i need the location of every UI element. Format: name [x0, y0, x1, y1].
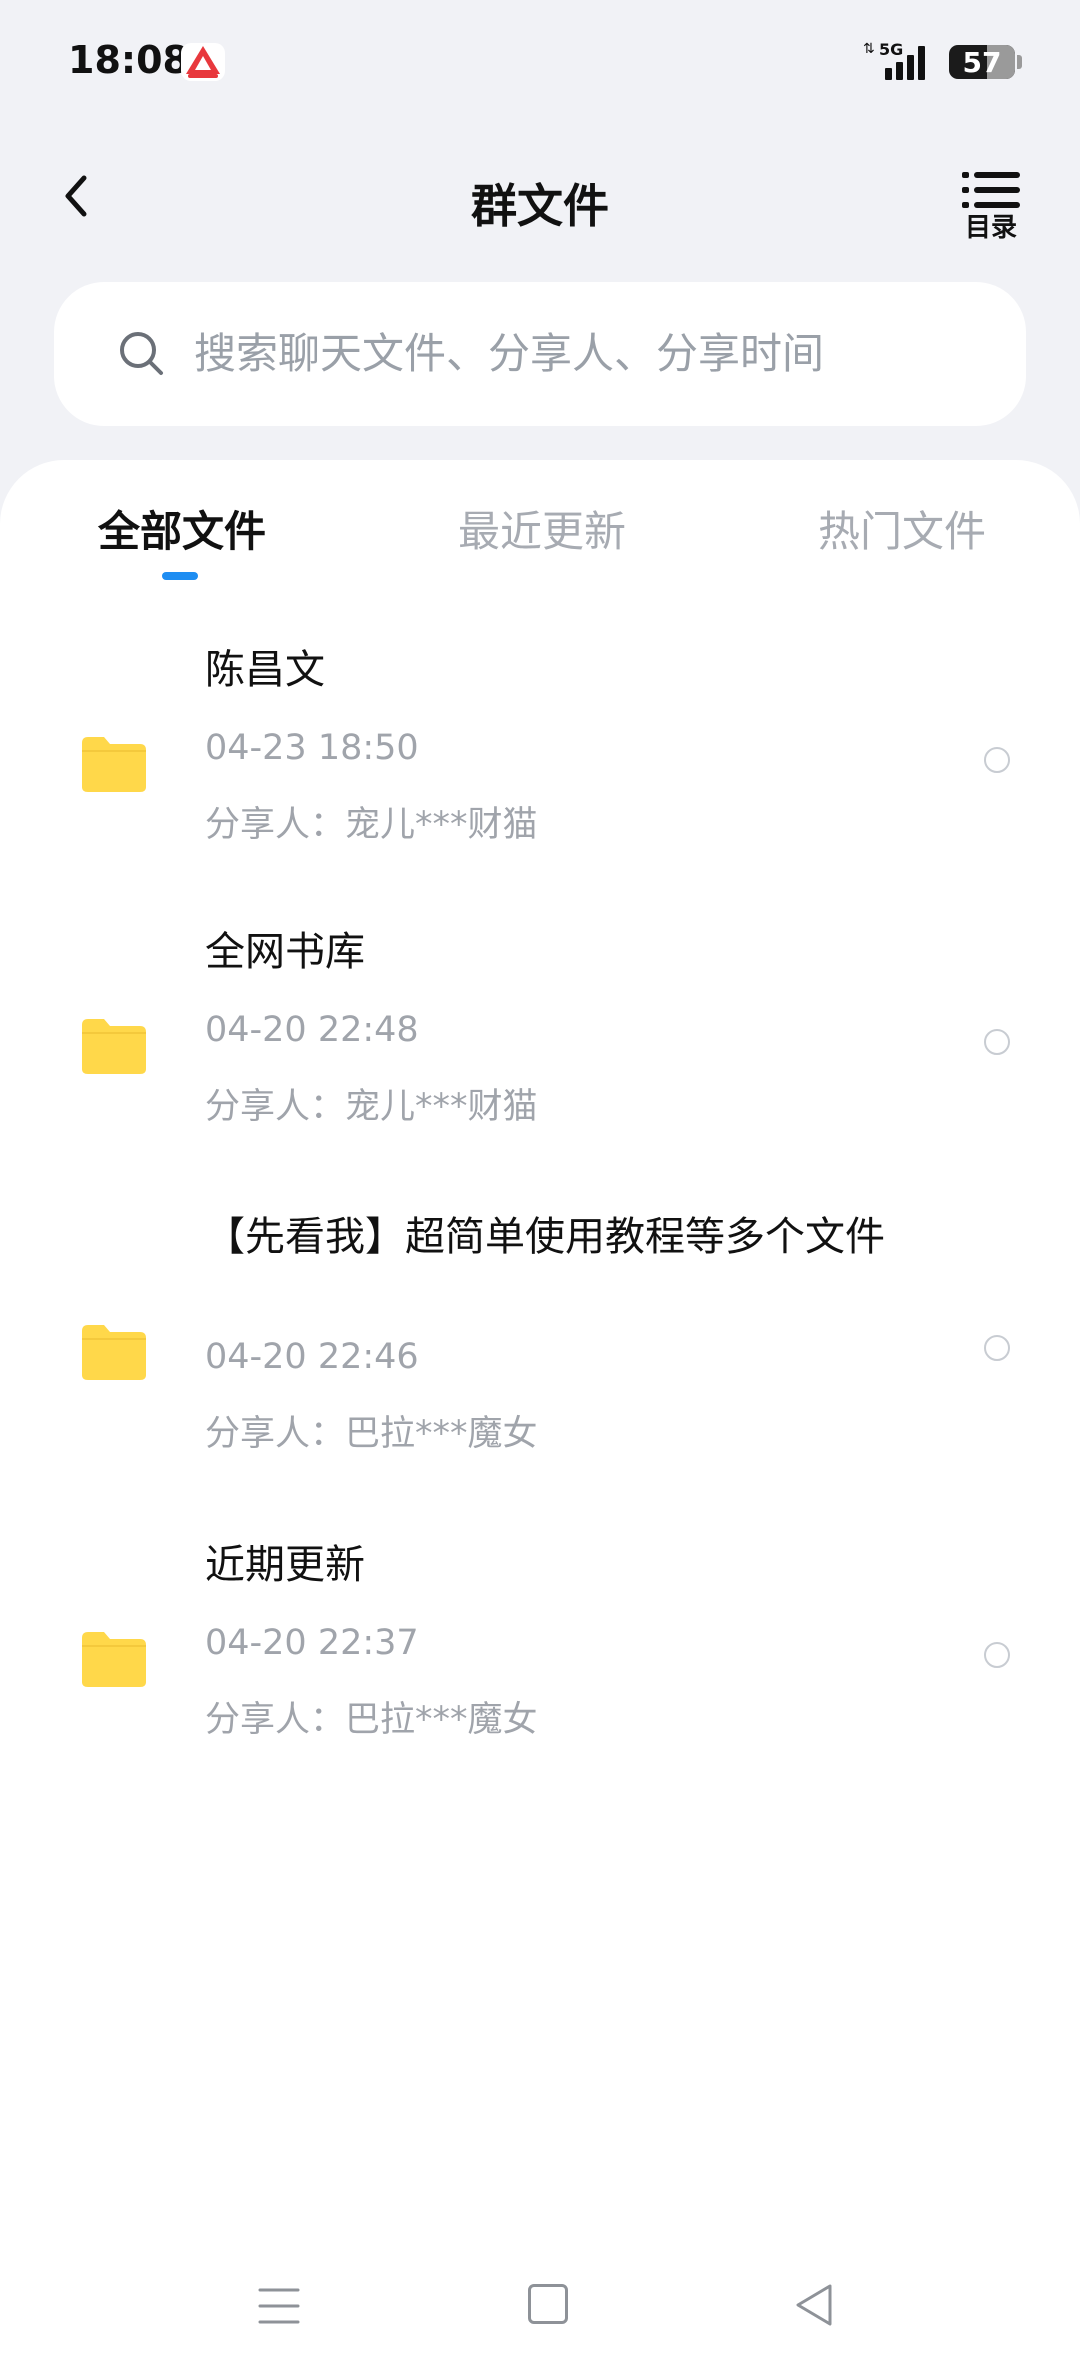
file-time: 04-20 22:48: [205, 1010, 419, 1050]
status-bar: 18:08 ⇅ 5G 57: [0, 0, 1080, 130]
file-time: 04-20 22:37: [205, 1623, 419, 1663]
nav-bar: 群文件 目录: [0, 140, 1080, 260]
file-name: 近期更新: [205, 1542, 365, 1588]
home-icon[interactable]: [528, 2284, 568, 2324]
catalog-label: 目录: [964, 213, 1017, 243]
select-checkbox[interactable]: [984, 1029, 1010, 1055]
search-input[interactable]: 搜索聊天文件、分享人、分享时间: [54, 282, 1026, 426]
file-list-item[interactable]: 近期更新 04-20 22:37 分享人：巴拉***魔女: [0, 1535, 1080, 1795]
catalog-button[interactable]: 目录: [960, 170, 1022, 244]
tab-recent-updates[interactable]: 最近更新: [458, 504, 626, 560]
page-title: 群文件: [471, 179, 609, 233]
file-time: 04-20 22:46: [205, 1337, 419, 1377]
select-checkbox[interactable]: [984, 747, 1010, 773]
system-nav-bar: [0, 2260, 1080, 2370]
file-name: 【先看我】超简单使用教程等多个文件: [205, 1214, 885, 1260]
tab-popular-files[interactable]: 热门文件: [818, 504, 986, 560]
active-tab-indicator: [162, 572, 198, 580]
search-placeholder: 搜索聊天文件、分享人、分享时间: [194, 329, 825, 378]
search-icon: [120, 332, 163, 375]
select-checkbox[interactable]: [984, 1642, 1010, 1668]
file-list-item[interactable]: 陈昌文 04-23 18:50 分享人：宠儿***财猫: [0, 640, 1080, 900]
folder-icon: [82, 1019, 146, 1074]
list-icon: [962, 172, 1020, 208]
file-time: 04-23 18:50: [205, 728, 419, 768]
nav-back-icon[interactable]: [792, 2282, 836, 2328]
file-sharer: 分享人：宠儿***财猫: [205, 805, 538, 845]
select-checkbox[interactable]: [984, 1335, 1010, 1361]
file-list-item[interactable]: 【先看我】超简单使用教程等多个文件 04-20 22:46 分享人：巴拉***魔…: [0, 1205, 1080, 1505]
file-list-panel: 全部文件 最近更新 热门文件 陈昌文 04-23 18:50 分享人：宠儿***…: [0, 460, 1080, 2376]
app-notification-icon: [181, 43, 225, 81]
file-list-item[interactable]: 全网书库 04-20 22:48 分享人：宠儿***财猫: [0, 922, 1080, 1182]
file-name: 陈昌文: [205, 647, 325, 693]
folder-icon: [82, 1325, 146, 1380]
folder-icon: [82, 1632, 146, 1687]
menu-icon[interactable]: [258, 2286, 300, 2326]
folder-icon: [82, 737, 146, 792]
battery-level: 57: [962, 45, 1002, 79]
cellular-signal-icon: ⇅ 5G: [861, 40, 931, 82]
status-indicators: ⇅ 5G 57: [861, 40, 1022, 82]
file-sharer: 分享人：巴拉***魔女: [205, 1700, 538, 1740]
file-sharer: 分享人：宠儿***财猫: [205, 1087, 538, 1127]
file-sharer: 分享人：巴拉***魔女: [205, 1414, 538, 1454]
battery-icon: 57: [949, 45, 1015, 79]
tab-all-files[interactable]: 全部文件: [98, 504, 266, 560]
status-time: 18:08: [68, 38, 189, 82]
file-name: 全网书库: [205, 929, 365, 975]
